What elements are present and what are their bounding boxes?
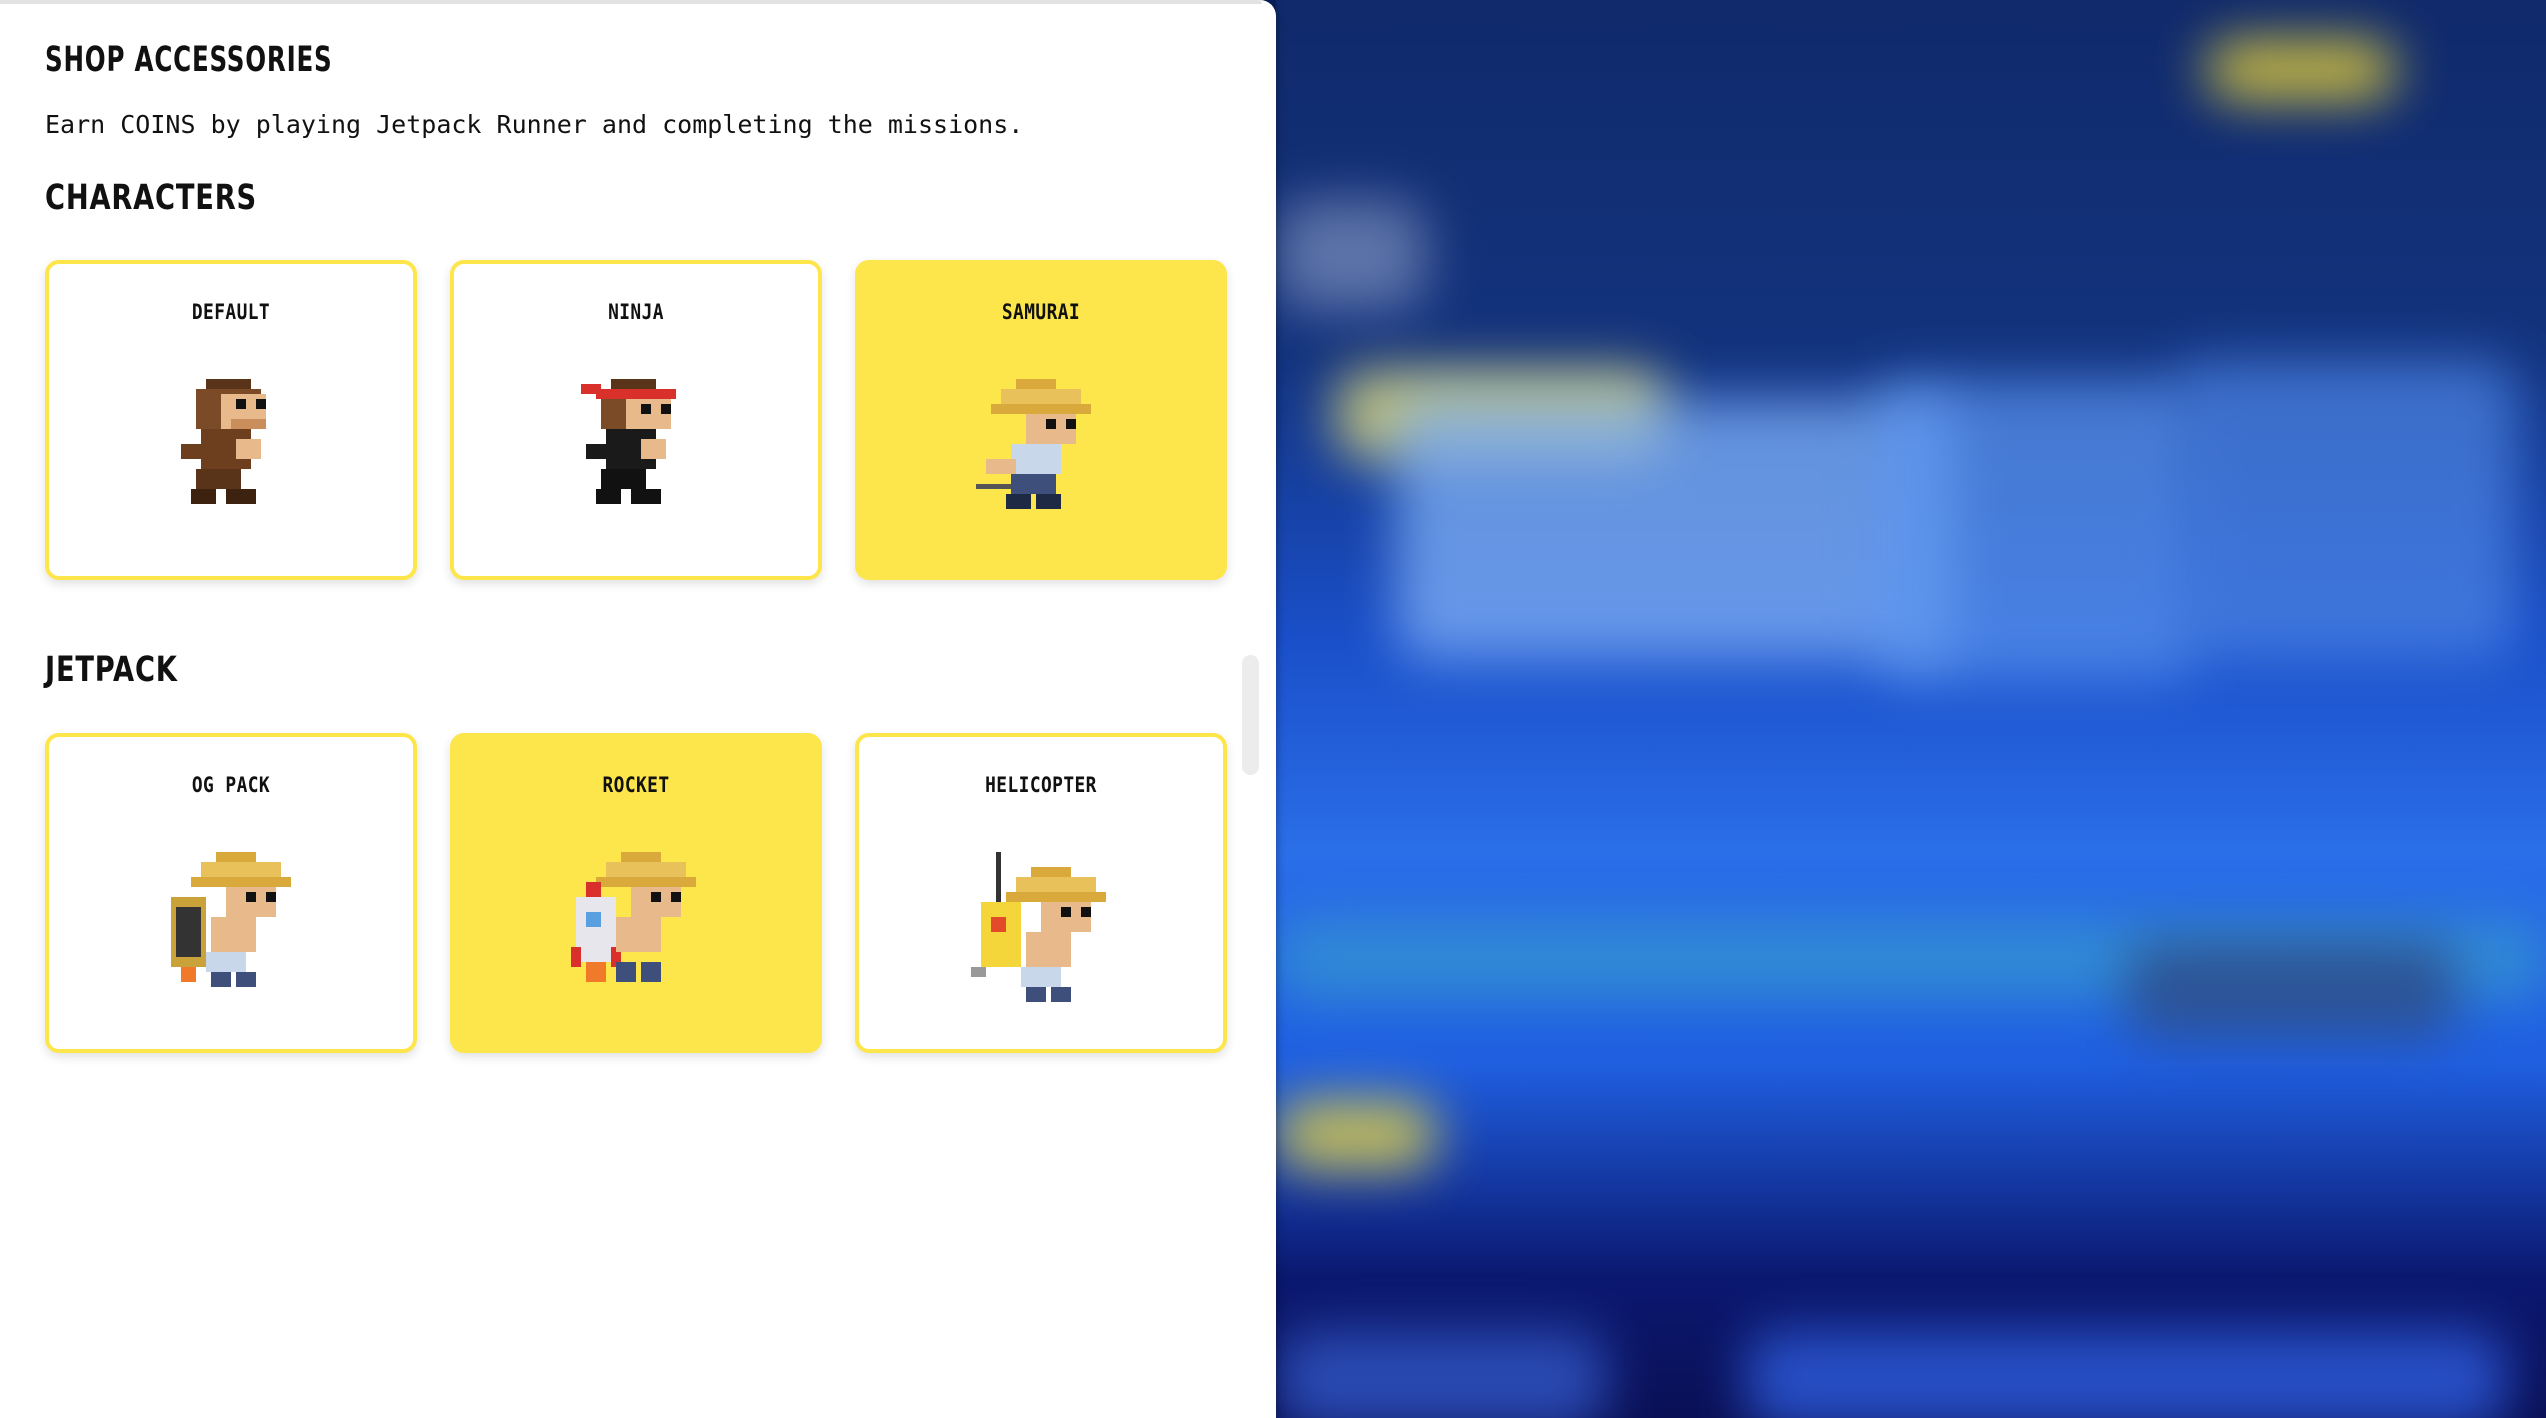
monkey-default-icon — [181, 379, 266, 504]
card-label: DEFAULT — [191, 300, 271, 324]
panel-scrollbar-thumb[interactable] — [1242, 655, 1259, 775]
game-background — [1276, 0, 2546, 1418]
character-card-samurai[interactable]: SAMURAI — [855, 260, 1227, 580]
jetpack-card-helicopter[interactable]: HELICOPTER — [855, 733, 1227, 1053]
card-label: ROCKET — [602, 773, 670, 797]
helicopter-pack-icon — [971, 852, 1106, 1002]
shop-title: SHOP ACCESSORIES — [45, 40, 333, 80]
jetpack-grid: OG PACK ROCKET HELICOPTER — [45, 733, 1227, 1055]
character-card-default[interactable]: DEFAULT — [45, 260, 417, 580]
character-card-ninja[interactable]: NINJA — [450, 260, 822, 580]
characters-heading: CHARACTERS — [45, 178, 257, 218]
card-label: NINJA — [608, 300, 664, 324]
card-label: HELICOPTER — [985, 773, 1097, 797]
monkey-ninja-icon — [581, 379, 676, 504]
og-pack-icon — [171, 852, 291, 987]
monkey-samurai-icon — [976, 379, 1091, 509]
characters-grid: DEFAULT NINJA SAMURAI — [45, 260, 1227, 582]
shop-panel: SHOP ACCESSORIES Earn COINS by playing J… — [0, 0, 1276, 1418]
jetpack-heading: JETPACK — [45, 650, 178, 690]
card-label: OG PACK — [191, 773, 271, 797]
shop-subtitle: Earn COINS by playing Jetpack Runner and… — [45, 110, 1024, 139]
panel-top-border — [0, 0, 1262, 4]
card-label: SAMURAI — [1001, 300, 1081, 324]
rocket-pack-icon — [571, 852, 696, 982]
jetpack-card-og-pack[interactable]: OG PACK — [45, 733, 417, 1053]
jetpack-card-rocket[interactable]: ROCKET — [450, 733, 822, 1053]
